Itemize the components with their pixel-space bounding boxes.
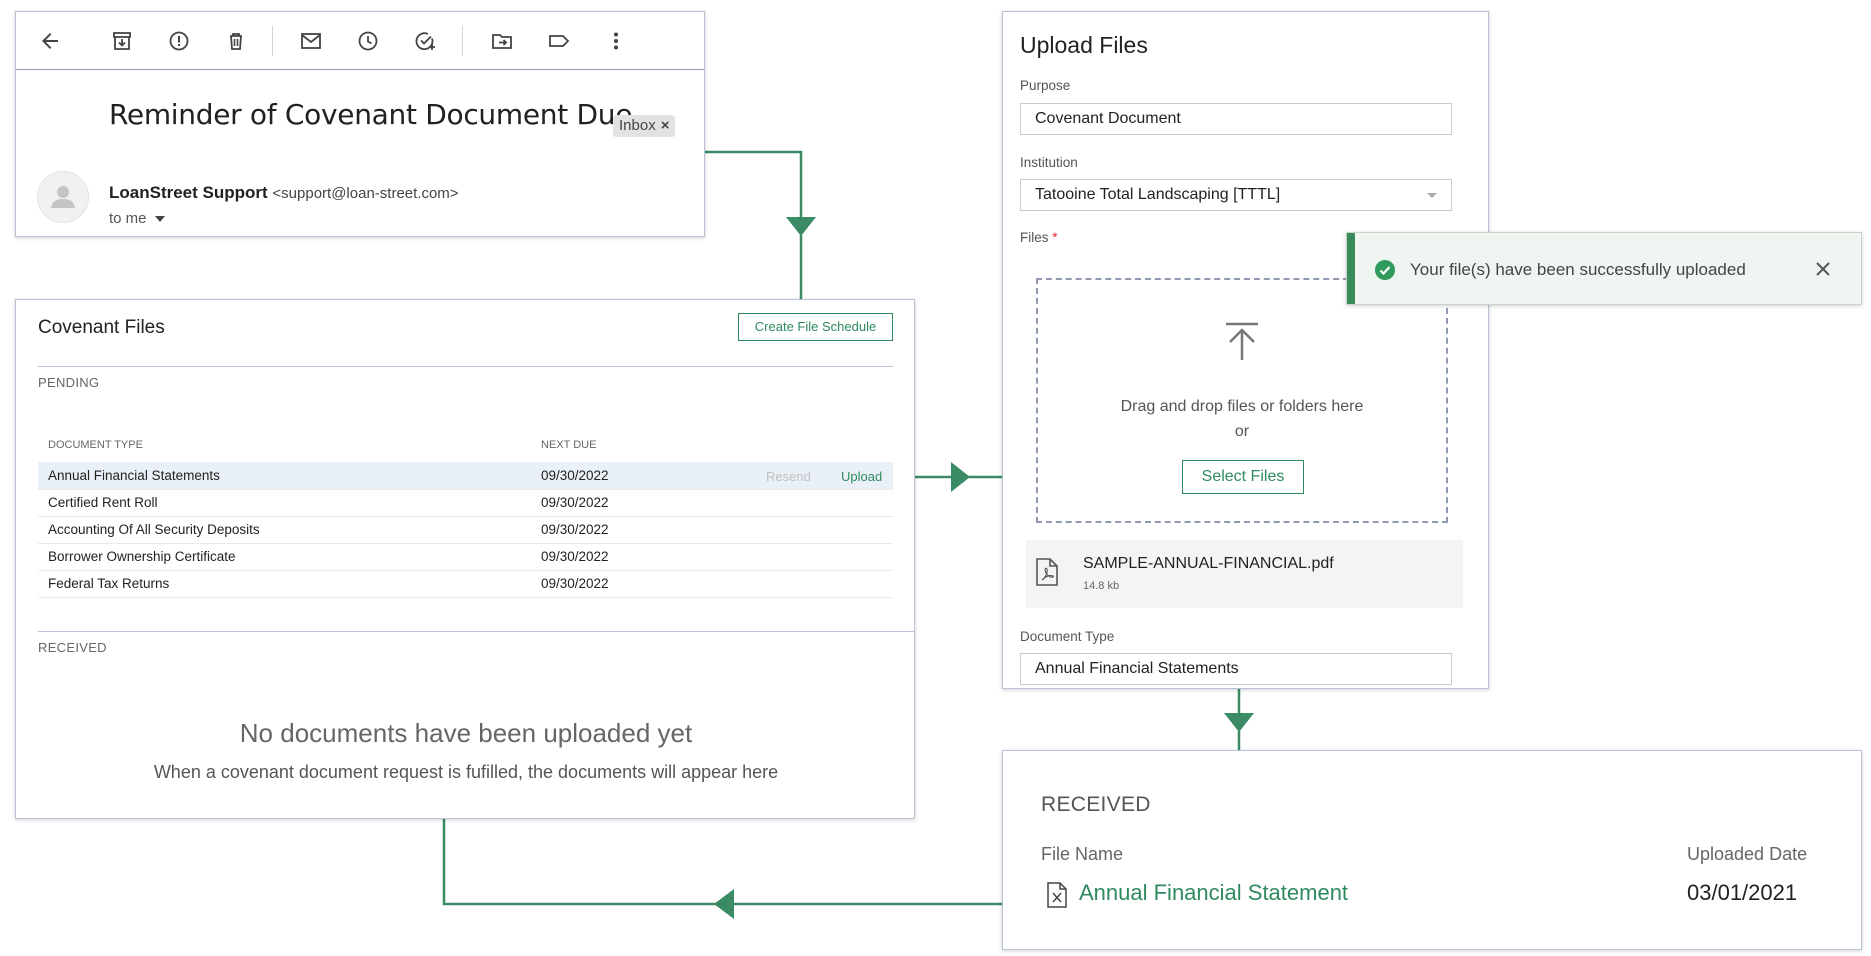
document-type-cell: Certified Rent Roll [48,495,158,510]
column-header-document-type: DOCUMENT TYPE [48,439,143,451]
mail-icon[interactable] [299,29,323,53]
toast-accent-bar [1347,233,1355,304]
report-spam-icon[interactable] [167,29,191,53]
inbox-label: Inbox [619,117,656,134]
inbox-label-chip: Inbox × [613,115,676,137]
document-type-cell: Federal Tax Returns [48,576,170,591]
sender-email: <support@loan-street.com> [272,185,459,202]
back-arrow-icon[interactable] [38,29,62,53]
close-icon[interactable] [1812,258,1834,280]
purpose-label: Purpose [1020,78,1071,93]
upload-link[interactable]: Upload [841,469,882,484]
excel-file-icon [1047,882,1067,908]
email-subject: Reminder of Covenant Document Due [109,98,633,131]
move-to-icon[interactable] [490,29,514,53]
email-panel: Reminder of Covenant Document Due Inbox ×… [15,11,705,237]
file-name: SAMPLE-ANNUAL-FINANCIAL.pdf [1083,555,1334,572]
create-file-schedule-button[interactable]: Create File Schedule [738,313,893,341]
upload-success-toast: Your file(s) have been successfully uplo… [1346,232,1862,305]
institution-label: Institution [1020,155,1078,170]
received-section-label: RECEIVED [38,640,107,655]
more-vert-icon[interactable] [604,29,628,53]
table-row[interactable]: Certified Rent Roll 09/30/2022 [38,489,893,517]
empty-state-title: No documents have been uploaded yet [239,718,693,748]
next-due-cell: 09/30/2022 [541,576,609,591]
received-files-panel: RECEIVED File Name Uploaded Date Annual … [1002,750,1862,950]
snooze-clock-icon[interactable] [356,29,380,53]
flow-arrow-down-1 [786,217,816,236]
upload-files-panel: Upload Files Purpose Covenant Document I… [1002,11,1489,689]
file-size: 14.8 kb [1083,580,1120,592]
document-type-cell: Annual Financial Statements [48,468,220,483]
document-type-cell: Borrower Ownership Certificate [48,549,236,564]
file-dropzone[interactable]: Drag and drop files or folders here or S… [1036,278,1448,523]
label-icon[interactable] [547,29,571,53]
remove-label-close-icon[interactable]: × [661,117,670,134]
table-row[interactable]: Federal Tax Returns 09/30/2022 [38,570,893,598]
received-title: RECEIVED [1041,793,1151,816]
recipient-dropdown[interactable]: to me [109,210,165,227]
uploaded-date-value: 03/01/2021 [1687,880,1798,905]
covenant-files-title: Covenant Files [38,317,165,338]
received-file-link[interactable]: Annual Financial Statement [1079,880,1348,906]
table-row[interactable]: Accounting Of All Security Deposits 09/3… [38,516,893,544]
document-type-field[interactable]: Annual Financial Statements [1020,653,1452,685]
next-due-cell: 09/30/2022 [541,468,609,483]
document-type-cell: Accounting Of All Security Deposits [48,522,260,537]
sender-name: LoanStreet Support [109,183,268,202]
pending-section-label: PENDING [38,375,100,390]
divider [38,631,915,632]
document-type-label: Document Type [1020,629,1115,644]
flow-arrow-right [951,462,970,492]
empty-state-subtitle: When a covenant document request is fufi… [153,762,779,782]
delete-icon[interactable] [224,29,248,53]
toast-message: Your file(s) have been successfully uplo… [1410,260,1746,279]
files-label-text: Files [1020,230,1049,245]
pdf-file-icon [1036,558,1058,586]
divider [38,366,893,367]
column-header-file-name: File Name [1041,844,1124,864]
select-files-button[interactable]: Select Files [1182,460,1304,494]
add-task-icon[interactable] [413,29,437,53]
flow-arrow-down-2 [1224,713,1254,732]
institution-select[interactable]: Tatooine Total Landscaping [TTTL] [1020,179,1452,211]
next-due-cell: 09/30/2022 [541,522,609,537]
files-label: Files * [1020,230,1058,245]
dropzone-or: or [1234,423,1250,440]
next-due-cell: 09/30/2022 [541,495,609,510]
email-toolbar [16,12,704,70]
institution-value: Tatooine Total Landscaping [TTTL] [1035,186,1281,203]
sender-line: LoanStreet Support <support@loan-street.… [109,183,459,203]
dropzone-instructions: Drag and drop files or folders here [1120,398,1364,415]
caret-down-icon [154,216,165,222]
resend-link[interactable]: Resend [766,469,811,484]
next-due-cell: 09/30/2022 [541,549,609,564]
table-row[interactable]: Borrower Ownership Certificate 09/30/202… [38,543,893,571]
flow-arrow-left [714,889,734,919]
success-check-icon [1375,260,1395,280]
archive-icon[interactable] [110,29,134,53]
recipient-text: to me [109,210,147,227]
person-icon [51,186,75,208]
column-header-next-due: NEXT DUE [541,439,597,451]
table-row[interactable]: Annual Financial Statements 09/30/2022 R… [38,462,893,490]
uploaded-file-item: SAMPLE-ANNUAL-FINANCIAL.pdf 14.8 kb [1026,540,1463,608]
chevron-down-icon [1427,193,1437,198]
covenant-files-panel: Covenant Files Create File Schedule PEND… [15,299,915,819]
purpose-field[interactable]: Covenant Document [1020,103,1452,135]
upload-arrow-icon [1226,322,1258,360]
upload-files-title: Upload Files [1020,32,1148,58]
column-header-uploaded-date: Uploaded Date [1687,844,1808,864]
sender-avatar [37,171,89,223]
required-asterisk: * [1052,230,1058,245]
